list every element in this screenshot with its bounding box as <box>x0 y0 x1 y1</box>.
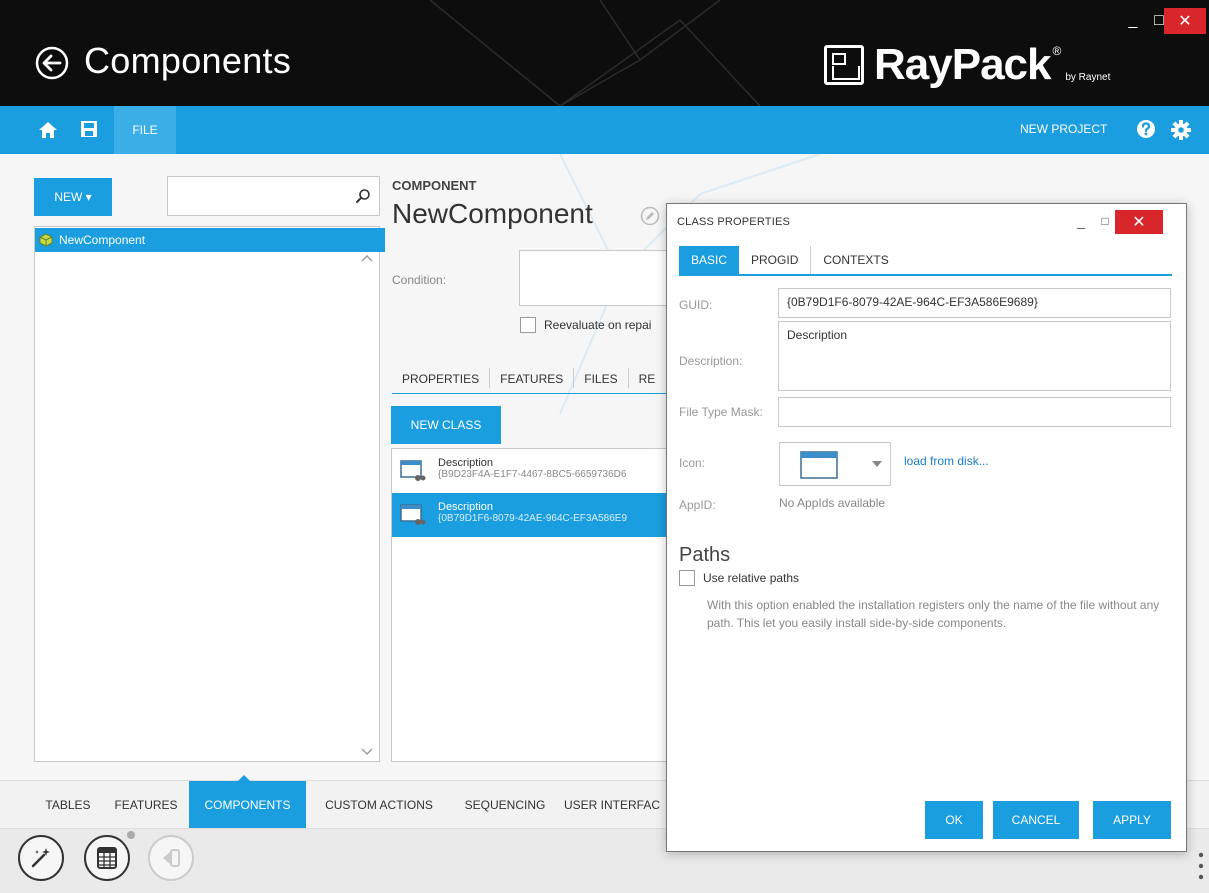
list-item[interactable]: Description {0B79D1F6-8079-42AE-964C-EF3… <box>392 493 682 537</box>
chevron-down-icon[interactable] <box>361 745 373 757</box>
component-name: NewComponent <box>392 198 593 229</box>
guid-field[interactable]: {0B79D1F6-8079-42AE-964C-EF3A586E9689} <box>778 288 1171 318</box>
class-guid: {0B79D1F6-8079-42AE-964C-EF3A586E9 <box>438 513 628 524</box>
back-arrow-icon[interactable] <box>34 45 70 81</box>
window-close-button[interactable]: ✕ <box>1164 8 1206 34</box>
file-tab[interactable]: FILE <box>114 106 176 154</box>
tab-features[interactable]: FEATURES <box>490 368 575 388</box>
search-box[interactable] <box>167 176 380 216</box>
nav-components[interactable]: COMPONENTS <box>189 781 306 829</box>
search-icon[interactable] <box>355 188 371 204</box>
relative-paths-description: With this option enabled the installatio… <box>707 598 1160 630</box>
dialog-title: CLASS PROPERTIES <box>677 216 791 228</box>
reevaluate-option[interactable]: Reevaluate on repai <box>520 317 651 333</box>
tab-files[interactable]: FILES <box>574 368 629 388</box>
nav-custom-actions[interactable]: CUSTOM ACTIONS <box>312 781 446 829</box>
new-class-button[interactable]: NEW CLASS <box>391 406 501 444</box>
new-dropdown-button[interactable]: NEW ▾ <box>34 178 112 216</box>
icon-dropdown[interactable] <box>779 442 891 486</box>
class-icon <box>400 460 426 481</box>
chevron-up-icon[interactable] <box>361 253 373 265</box>
condition-label: Condition: <box>392 273 447 287</box>
merge-tool-button[interactable] <box>148 835 194 881</box>
paths-heading: Paths <box>679 544 731 566</box>
tab-properties[interactable]: PROPERTIES <box>392 368 491 388</box>
page-title: Components <box>84 40 292 81</box>
save-icon[interactable] <box>80 120 98 138</box>
apply-button[interactable]: APPLY <box>1093 801 1171 839</box>
description-field[interactable]: Description <box>778 321 1171 391</box>
home-icon[interactable] <box>38 120 58 140</box>
tree-item-label: NewComponent <box>59 233 146 247</box>
ribbon-bar: FILE NEW PROJECT <box>0 106 1209 154</box>
edit-icon[interactable] <box>640 206 660 226</box>
logo-name: RayPack <box>874 40 1051 89</box>
raypack-logo: RayPack ® by Raynet <box>824 40 1110 90</box>
window-icon <box>800 451 838 479</box>
reevaluate-label: Reevaluate on repai <box>544 318 652 332</box>
use-relative-paths-checkbox[interactable] <box>679 570 695 586</box>
table-icon <box>97 847 117 869</box>
class-icon <box>400 504 426 525</box>
use-relative-paths-option[interactable]: Use relative paths <box>679 570 799 586</box>
logo-byline: by Raynet <box>1065 71 1111 83</box>
component-section-label: COMPONENT <box>392 178 477 193</box>
cancel-button[interactable]: CANCEL <box>993 801 1079 839</box>
guid-label: GUID: <box>679 298 713 312</box>
nav-tables[interactable]: TABLES <box>36 781 100 829</box>
file-type-mask-label: File Type Mask: <box>679 405 763 419</box>
wizard-tool-button[interactable] <box>18 835 64 881</box>
nav-sequencing[interactable]: SEQUENCING <box>452 781 558 829</box>
tree-scrollbar[interactable] <box>355 253 379 761</box>
icon-label: Icon: <box>679 456 706 470</box>
merge-icon <box>163 849 180 867</box>
table-tool-button[interactable] <box>84 835 130 881</box>
logo-mark-icon <box>824 45 864 85</box>
file-type-mask-field[interactable] <box>778 397 1171 427</box>
notification-dot <box>127 831 135 839</box>
appid-label: AppID: <box>679 498 716 512</box>
class-name: Description <box>438 457 494 469</box>
dialog-minimize-button[interactable]: _ <box>1069 210 1093 232</box>
dialog-close-button[interactable]: ✕ <box>1115 210 1163 234</box>
list-item[interactable]: Description {B9D23F4A-E1F7-4467-8BC5-665… <box>392 449 682 493</box>
nav-features[interactable]: FEATURES <box>108 781 184 829</box>
dialog-tabs: BASIC PROGID CONTEXTS <box>679 246 1172 276</box>
tab-registry[interactable]: RE <box>629 368 666 388</box>
condition-input[interactable] <box>519 250 679 306</box>
class-guid: {B9D23F4A-E1F7-4467-8BC5-6659736D6 <box>438 469 627 480</box>
magic-wand-icon <box>31 848 50 868</box>
chevron-down-icon[interactable] <box>872 461 882 469</box>
help-icon[interactable] <box>1136 119 1156 139</box>
class-list: Description {B9D23F4A-E1F7-4467-8BC5-665… <box>391 448 682 762</box>
component-tabs: PROPERTIES FEATURES FILES RE <box>392 368 692 394</box>
tab-contexts[interactable]: CONTEXTS <box>811 246 900 274</box>
gear-icon[interactable] <box>1170 119 1192 141</box>
new-project-label[interactable]: NEW PROJECT <box>1020 122 1107 136</box>
dialog-maximize-button[interactable]: □ <box>1093 210 1117 232</box>
component-tree[interactable]: NewComponent <box>34 226 385 762</box>
component-icon <box>39 233 53 247</box>
ok-button[interactable]: OK <box>925 801 983 839</box>
reevaluate-checkbox[interactable] <box>520 317 536 333</box>
class-name: Description <box>438 501 494 513</box>
logo-registered: ® <box>1052 44 1062 58</box>
title-bar: Components RayPack ® by Raynet _ □ ✕ <box>0 0 1209 106</box>
tab-basic[interactable]: BASIC <box>679 246 740 274</box>
load-from-disk-link[interactable]: load from disk... <box>904 454 989 468</box>
tree-item[interactable]: NewComponent <box>35 228 385 252</box>
use-relative-paths-label: Use relative paths <box>703 571 800 585</box>
more-vertical-icon[interactable] <box>1198 851 1204 881</box>
appid-value: No AppIds available <box>779 496 886 510</box>
window-minimize-button[interactable]: _ <box>1120 8 1146 34</box>
tab-progid[interactable]: PROGID <box>739 246 812 274</box>
nav-user-interface[interactable]: USER INTERFAC <box>564 781 668 829</box>
class-properties-dialog: CLASS PROPERTIES _ □ ✕ BASIC PROGID CONT… <box>666 203 1187 852</box>
description-label: Description: <box>679 354 743 368</box>
